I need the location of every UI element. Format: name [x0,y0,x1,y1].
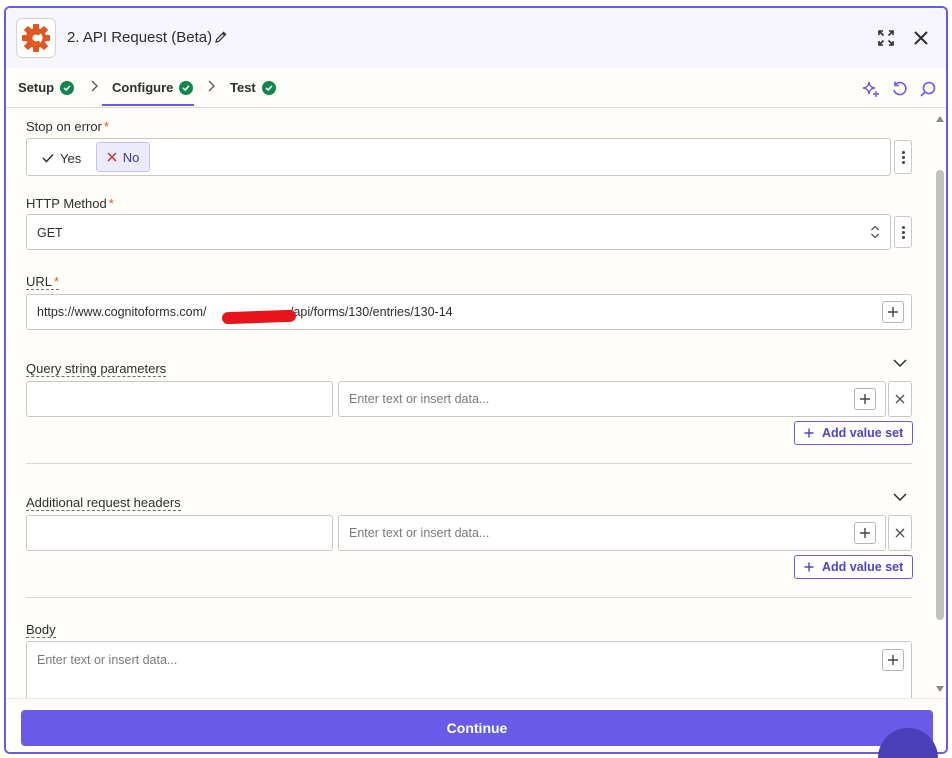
tab-configure[interactable]: Configure [112,80,194,95]
request-headers-label: Additional request headers [26,495,181,511]
app-logo [16,18,56,58]
stop-on-error-label: Stop on error * [26,119,109,134]
step-title[interactable]: 2. API Request (Beta) [67,29,212,46]
scroll-up-arrow-icon[interactable] [936,116,944,122]
tab-label: Test [230,80,256,95]
tab-label: Configure [112,80,174,95]
section-divider [26,463,912,464]
select-value: GET [37,226,63,240]
plus-icon [804,428,814,438]
check-circle-icon [60,80,75,95]
check-circle-icon [179,80,194,95]
insert-data-plus-icon[interactable] [882,649,904,671]
label-text: Stop on error [26,119,102,134]
section-divider [26,597,912,598]
header-key-input[interactable] [26,515,333,551]
stop-on-error-toggle [26,138,891,176]
panel-header: 2. API Request (Beta) [6,8,946,68]
remove-row-x-icon[interactable] [888,515,912,551]
placeholder-text: Enter text or insert data... [37,653,178,667]
close-icon[interactable] [911,28,931,48]
more-options-icon[interactable] [894,140,912,174]
scroll-down-arrow-icon[interactable] [936,686,944,692]
more-options-icon[interactable] [894,216,912,248]
body-label: Body [26,622,56,638]
url-value-suffix: /api/forms/130/entries/130-14 [290,305,453,319]
no-option-button[interactable]: No [96,142,150,172]
cognito-forms-logo-icon [22,24,50,52]
step-editor-panel: 2. API Request (Beta) Setup Configure Te… [4,6,948,754]
expand-icon[interactable] [876,28,896,48]
placeholder-text: Enter text or insert data... [349,526,490,540]
plus-icon [804,562,814,572]
undo-icon[interactable] [890,79,910,99]
chevron-down-icon[interactable] [892,355,908,371]
check-circle-icon [261,80,276,95]
add-value-set-button[interactable]: Add value set [794,555,914,579]
query-param-value-input[interactable]: Enter text or insert data... [338,381,886,417]
header-value-input[interactable]: Enter text or insert data... [338,515,886,551]
check-icon [42,153,54,163]
button-label: Add value set [822,426,904,440]
continue-button[interactable]: Continue [21,710,933,746]
chevron-right-icon [207,80,215,95]
panel-footer: Continue [6,698,946,752]
ai-sparkle-icon[interactable] [861,79,881,99]
chevron-right-icon [90,80,98,95]
body-textarea[interactable]: Enter text or insert data... [26,641,912,701]
url-value-prefix: https://www.cognitoforms.com/ [37,305,207,319]
yes-option-button[interactable]: Yes [34,144,89,172]
url-input[interactable]: https://www.cognitoforms.com/ /api/forms… [26,294,912,330]
edit-pencil-icon[interactable] [214,30,228,47]
http-method-select[interactable]: GET [26,214,891,250]
step-tabs: Setup Configure Test [6,68,946,108]
insert-data-plus-icon[interactable] [854,522,876,544]
required-asterisk: * [108,196,114,211]
active-tab-indicator [102,104,194,106]
redaction-mark [221,309,297,325]
url-label: URL * [26,274,60,290]
chevron-down-icon[interactable] [892,489,908,505]
tab-label: Setup [18,80,55,95]
x-icon [107,152,117,162]
placeholder-text: Enter text or insert data... [349,392,490,406]
chevron-up-down-icon [870,225,880,242]
label-text: HTTP Method [26,196,107,211]
required-asterisk: * [54,274,60,289]
remove-row-x-icon[interactable] [888,381,912,417]
tab-test[interactable]: Test [230,80,276,95]
insert-data-plus-icon[interactable] [854,388,876,410]
required-asterisk: * [103,119,109,134]
query-params-label: Query string parameters [26,361,167,377]
tab-setup[interactable]: Setup [18,80,75,95]
add-value-set-button[interactable]: Add value set [794,421,914,445]
http-method-label: HTTP Method * [26,196,114,211]
search-icon[interactable] [918,79,938,99]
scrollbar-thumb[interactable] [936,170,944,620]
button-label: Add value set [822,560,904,574]
label-text: URL [26,274,53,289]
query-param-key-input[interactable] [26,381,333,417]
no-label: No [122,149,140,165]
yes-label: Yes [60,150,82,166]
insert-data-plus-icon[interactable] [882,301,904,323]
